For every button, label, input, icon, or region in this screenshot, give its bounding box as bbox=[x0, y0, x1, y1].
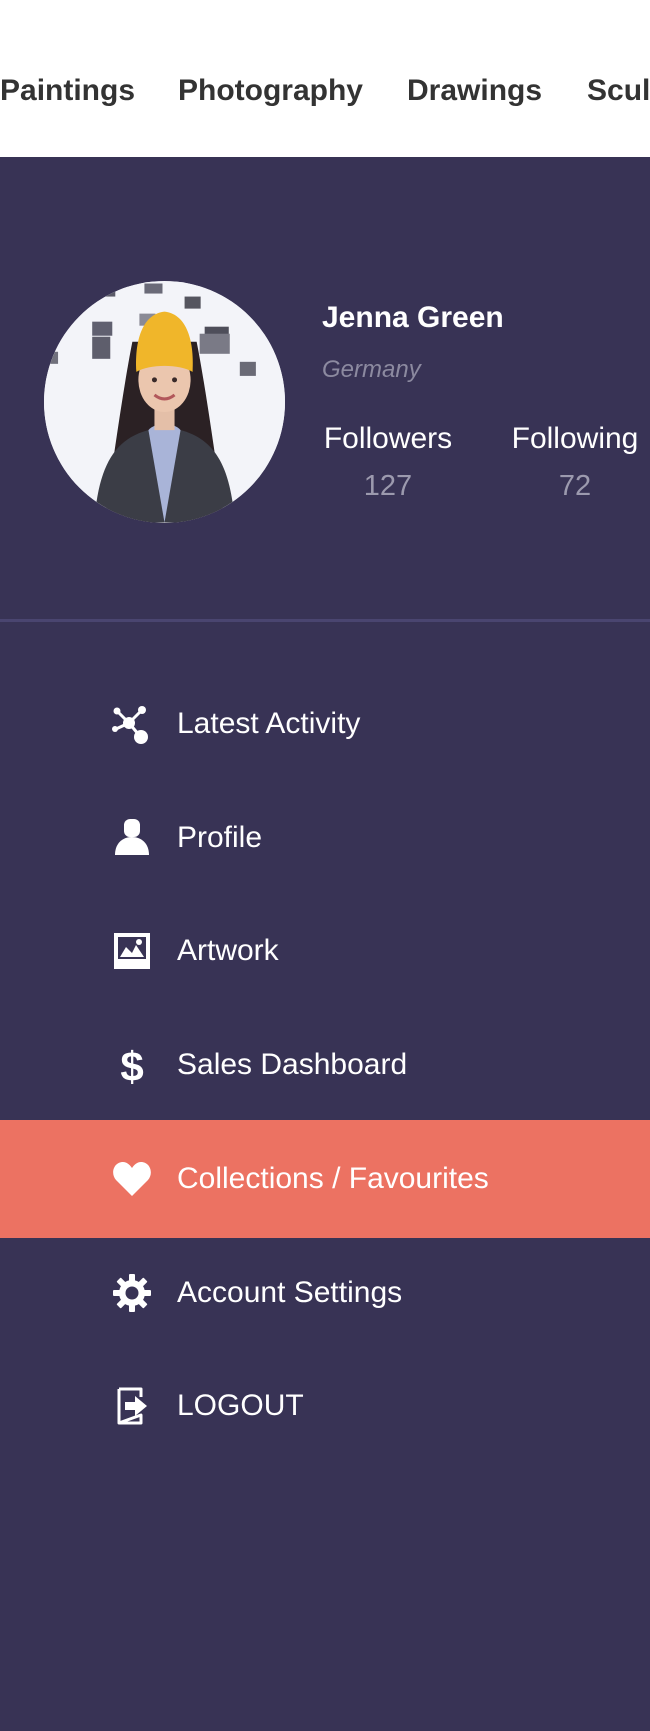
following-count: 72 bbox=[558, 470, 592, 502]
menu-label-sales-dashboard: Sales Dashboard bbox=[177, 1048, 408, 1081]
category-tab-sculpture[interactable]: Sculpture bbox=[587, 76, 650, 106]
avatar[interactable] bbox=[44, 281, 285, 523]
followers-label: Followers bbox=[323, 422, 453, 455]
svg-text:$: $ bbox=[120, 1044, 143, 1086]
menu-label-account-settings: Account Settings bbox=[177, 1276, 403, 1309]
avatar-photo bbox=[44, 281, 285, 523]
menu-item-latest-activity[interactable]: Latest Activity bbox=[0, 665, 650, 783]
menu-item-logout[interactable]: LOGOUT bbox=[0, 1347, 650, 1465]
menu-item-artwork[interactable]: Artwork bbox=[0, 892, 650, 1010]
activity-nodes-icon bbox=[111, 703, 153, 745]
profile-name: Jenna Green bbox=[322, 301, 504, 334]
menu-item-profile[interactable]: Profile bbox=[0, 779, 650, 897]
following-stat[interactable]: Following 72 bbox=[500, 422, 650, 503]
dollar-icon: $ bbox=[111, 1044, 153, 1086]
heart-icon bbox=[111, 1158, 153, 1200]
category-nav: Paintings Photography Drawings Sculpture bbox=[0, 0, 650, 157]
menu-label-artwork: Artwork bbox=[177, 934, 279, 967]
profile-location: Germany bbox=[322, 356, 421, 383]
category-tab-paintings[interactable]: Paintings bbox=[0, 76, 135, 106]
gear-icon bbox=[111, 1272, 153, 1314]
menu-label-profile: Profile bbox=[177, 821, 263, 854]
menu-label-collections-favourites: Collections / Favourites bbox=[177, 1162, 489, 1195]
header-divider bbox=[0, 619, 650, 622]
user-icon bbox=[111, 817, 153, 859]
menu-label-logout: LOGOUT bbox=[177, 1389, 304, 1422]
following-label: Following bbox=[511, 422, 639, 455]
followers-stat[interactable]: Followers 127 bbox=[313, 422, 463, 503]
followers-count: 127 bbox=[363, 470, 413, 502]
category-tab-drawings[interactable]: Drawings bbox=[407, 76, 542, 106]
menu-item-account-settings[interactable]: Account Settings bbox=[0, 1234, 650, 1352]
menu-item-sales-dashboard[interactable]: $ Sales Dashboard bbox=[0, 1006, 650, 1124]
category-tab-photography[interactable]: Photography bbox=[178, 76, 363, 106]
menu-label-latest-activity: Latest Activity bbox=[177, 707, 361, 740]
menu-item-collections-favourites[interactable]: Collections / Favourites bbox=[0, 1120, 650, 1238]
logout-icon bbox=[111, 1385, 153, 1427]
image-icon bbox=[111, 930, 153, 972]
